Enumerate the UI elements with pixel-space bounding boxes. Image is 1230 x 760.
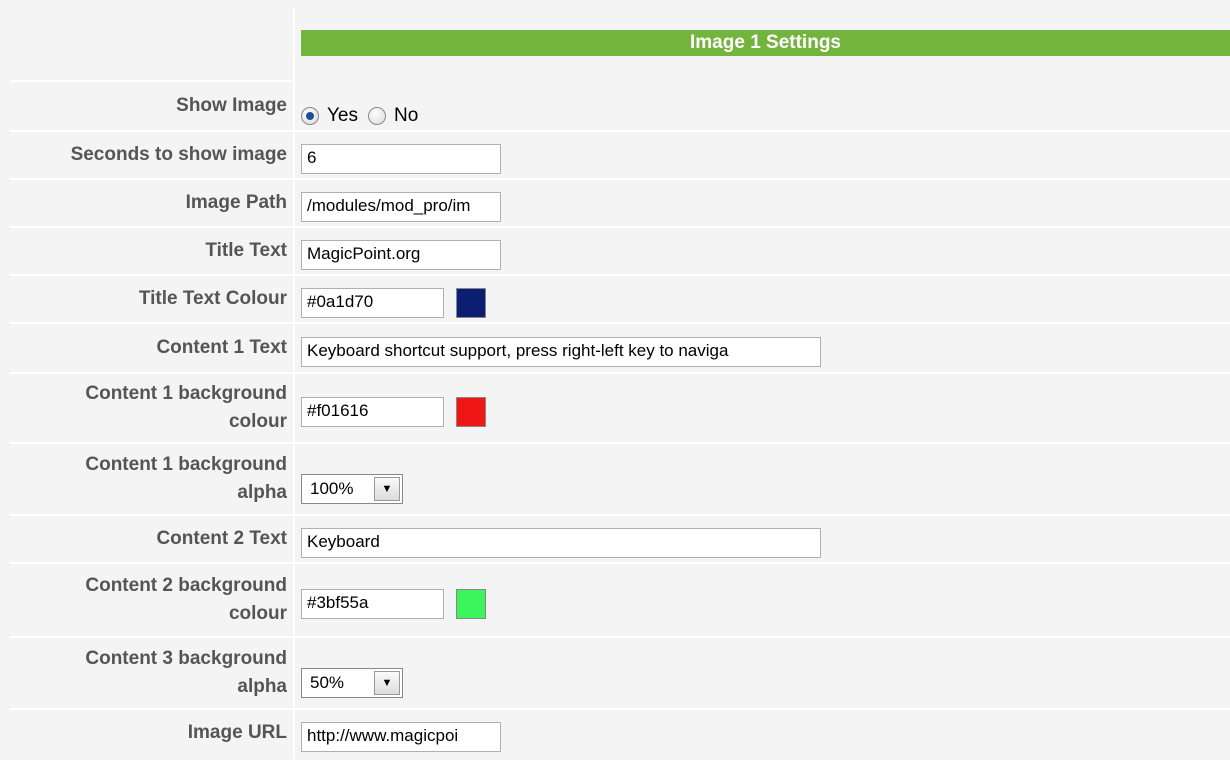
row-content2-text: Content 2 Text Keyboard (10, 516, 1230, 564)
content2-bg-colour-input[interactable]: #3bf55a (301, 589, 444, 619)
seconds-input[interactable]: 6 (301, 144, 501, 174)
header-spacer (10, 8, 293, 82)
show-image-no-radio[interactable] (368, 107, 386, 125)
show-image-no-label[interactable]: No (394, 105, 418, 127)
image-path-label: Image Path (185, 192, 287, 213)
settings-panel: Image 1 Settings Show Image Yes No Secon… (0, 0, 1230, 759)
image-url-input[interactable]: http://www.magicpoi (301, 722, 501, 752)
content3-alpha-label-line2: alpha (237, 676, 287, 697)
content1-alpha-label: Content 1 background alpha (10, 444, 287, 514)
show-image-yes-radio[interactable] (301, 107, 319, 125)
content1-bg-colour-swatch[interactable] (456, 397, 486, 427)
content1-bg-colour-label-line2: colour (228, 411, 287, 432)
title-colour-label: Title Text Colour (138, 288, 287, 309)
content1-bg-colour-input[interactable]: #f01616 (301, 397, 444, 427)
content1-alpha-label-line1: Content 1 background (85, 454, 287, 475)
content2-text-label: Content 2 Text (156, 528, 287, 549)
image-path-input[interactable]: /modules/mod_pro/im (301, 192, 501, 222)
row-title-colour: Title Text Colour #0a1d70 (10, 276, 1230, 324)
content3-alpha-label-line1: Content 3 background (85, 648, 287, 669)
content2-text-input[interactable]: Keyboard (301, 528, 821, 558)
section-title: Image 1 Settings (301, 30, 1230, 56)
title-colour-swatch[interactable] (456, 288, 486, 318)
title-text-input[interactable]: MagicPoint.org (301, 240, 501, 270)
content3-alpha-value: 50% (310, 673, 345, 692)
title-text-label: Title Text (205, 240, 287, 261)
row-show-image: Show Image Yes No (10, 82, 1230, 132)
content3-alpha-select[interactable]: 50% ▼ (301, 668, 403, 698)
row-content1-text: Content 1 Text Keyboard shortcut support… (10, 324, 1230, 374)
seconds-label: Seconds to show image (70, 144, 287, 165)
row-content1-alpha: Content 1 background alpha 100% ▼ (10, 444, 1230, 516)
row-seconds: Seconds to show image 6 (10, 132, 1230, 180)
row-image-url: Image URL http://www.magicpoi (10, 710, 1230, 756)
content1-alpha-value: 100% (310, 479, 354, 498)
content1-alpha-label-line2: alpha (237, 482, 287, 503)
content1-bg-colour-label-line1: Content 1 background (85, 383, 287, 404)
show-image-yes-label[interactable]: Yes (327, 105, 358, 127)
show-image-radio-group: Yes No (301, 105, 428, 127)
row-image-path: Image Path /modules/mod_pro/im (10, 180, 1230, 228)
content1-text-label: Content 1 Text (156, 337, 287, 358)
row-content3-alpha: Content 3 background alpha 50% ▼ (10, 638, 1230, 710)
title-colour-input[interactable]: #0a1d70 (301, 288, 444, 318)
row-content1-bg-colour: Content 1 background colour #f01616 (10, 374, 1230, 444)
content1-alpha-select[interactable]: 100% ▼ (301, 474, 403, 504)
content2-bg-colour-swatch[interactable] (456, 589, 486, 619)
content2-bg-colour-label-line2: colour (228, 603, 287, 624)
content3-alpha-label: Content 3 background alpha (10, 638, 287, 708)
content2-bg-colour-label-line1: Content 2 background (85, 575, 287, 596)
show-image-label: Show Image (176, 95, 287, 116)
content2-bg-colour-label: Content 2 background colour (10, 564, 287, 636)
row-content2-bg-colour: Content 2 background colour #3bf55a (10, 564, 1230, 638)
dropdown-arrow-icon[interactable]: ▼ (374, 671, 400, 695)
image-url-label: Image URL (187, 722, 287, 743)
content1-bg-colour-label: Content 1 background colour (10, 374, 287, 442)
dropdown-arrow-icon[interactable]: ▼ (374, 477, 400, 501)
content1-text-input[interactable]: Keyboard shortcut support, press right-l… (301, 337, 821, 367)
row-title-text: Title Text MagicPoint.org (10, 228, 1230, 276)
